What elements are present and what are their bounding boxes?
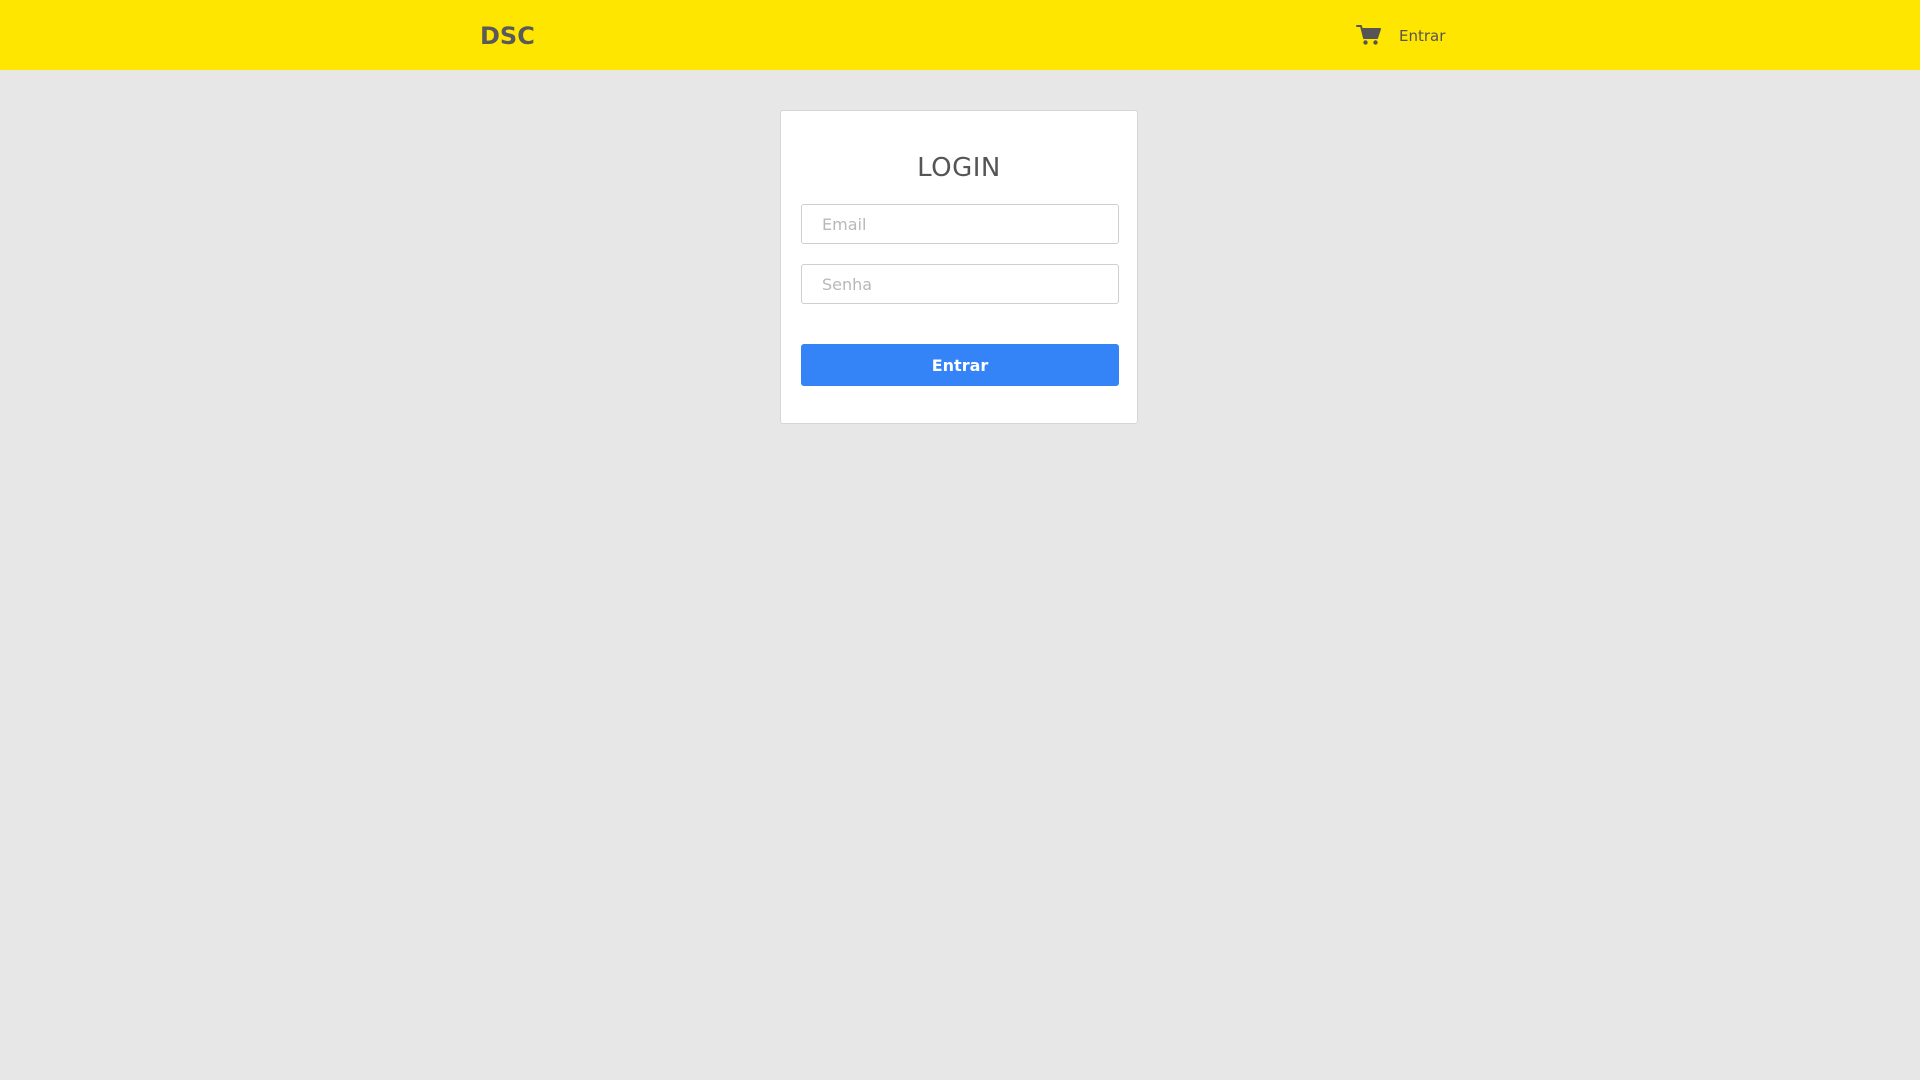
login-nav-link[interactable]: Entrar <box>1399 0 1445 70</box>
login-card: LOGIN Entrar <box>780 110 1138 424</box>
login-title: LOGIN <box>917 153 1001 183</box>
cart-link[interactable] <box>1356 24 1382 46</box>
password-input[interactable] <box>801 264 1119 304</box>
brand-logo[interactable]: DSC <box>480 0 535 70</box>
login-submit-button[interactable]: Entrar <box>801 344 1119 386</box>
email-input[interactable] <box>801 204 1119 244</box>
navbar: DSC Entrar <box>0 0 1920 70</box>
shopping-cart-icon <box>1356 24 1382 46</box>
